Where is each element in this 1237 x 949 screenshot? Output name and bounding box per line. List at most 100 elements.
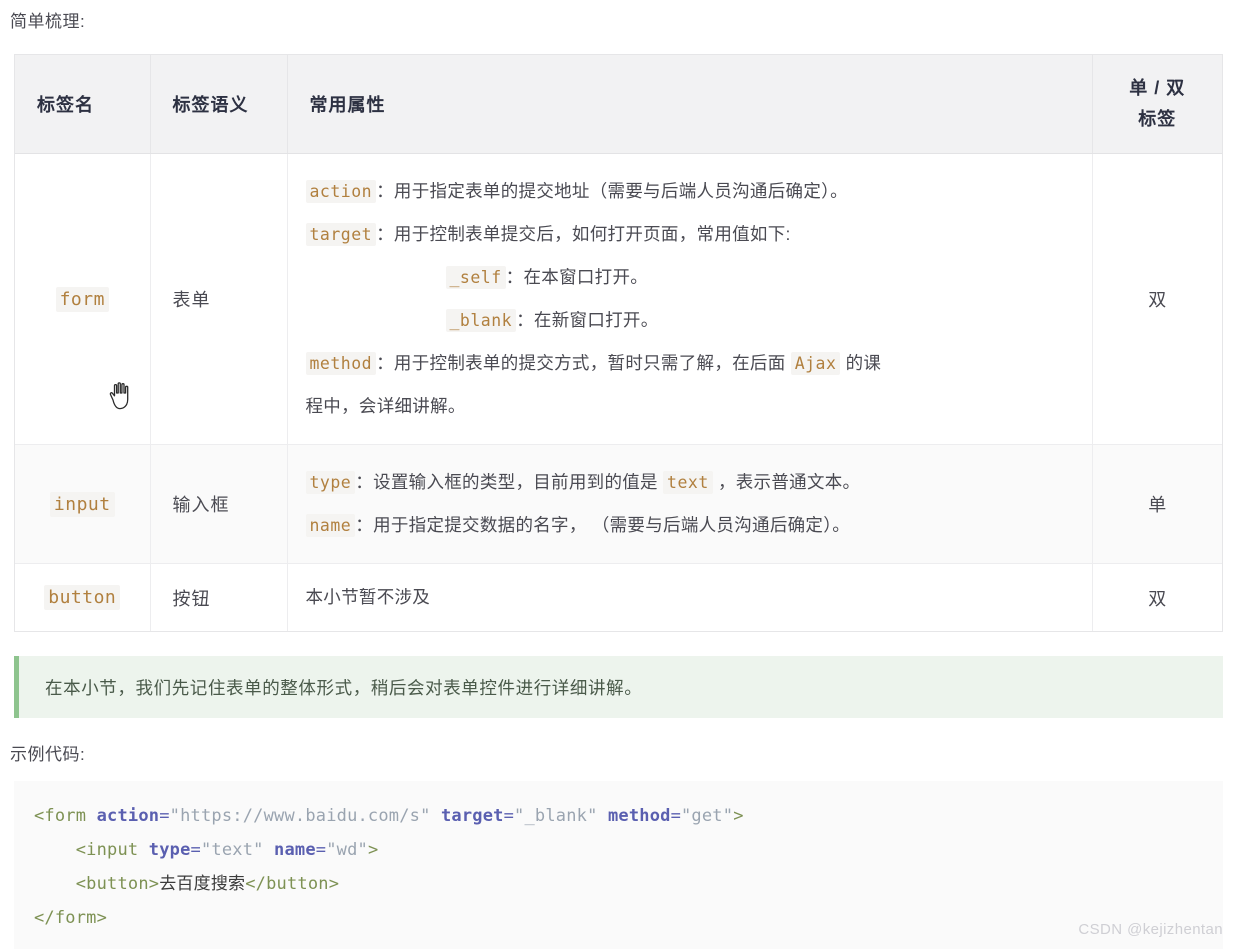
cell-pair-type: 单: [1092, 444, 1222, 564]
code-token-tag: <input: [75, 840, 139, 860]
code-token-tag: </form>: [34, 908, 108, 928]
code-token-str: "get": [681, 806, 734, 826]
table-header: 标签名 标签语义 常用属性 单 / 双 标签: [15, 55, 1222, 154]
attr-sep: ：: [376, 181, 394, 201]
code-line: <button>去百度搜索</button>: [34, 874, 339, 894]
table-header-row: 标签名 标签语义 常用属性 单 / 双 标签: [15, 55, 1222, 154]
spec-table: 标签名 标签语义 常用属性 单 / 双 标签 form 表单 action ：用…: [15, 55, 1222, 631]
pair-header-line2: 标签: [1138, 109, 1177, 129]
attr-desc-after: ，表示普通文本。: [712, 472, 861, 492]
code-token-eq: =: [159, 806, 170, 826]
code-line: <form action="https://www.baidu.com/s" t…: [34, 806, 744, 826]
attr-code-target: target: [305, 223, 377, 246]
tag-code-button: button: [44, 585, 121, 610]
tag-code-input: input: [49, 491, 115, 517]
code-block[interactable]: <form action="https://www.baidu.com/s" t…: [14, 781, 1223, 949]
table-row: form 表单 action ：用于指定表单的提交地址（需要与后端人员沟通后确定）…: [15, 153, 1222, 445]
code-token-tag: >: [367, 840, 379, 860]
column-header-pair-tag: 单 / 双 标签: [1092, 55, 1222, 154]
sample-code-label: 示例代码:: [10, 745, 86, 764]
attr-desc-before: 设置输入框的类型，目前用到的值是: [373, 472, 664, 492]
code-token-eq: =: [670, 806, 681, 826]
cell-tag-semantic: 按钮: [150, 563, 288, 631]
code-token-tag: <form: [34, 806, 87, 826]
table-row: input 输入框 type ：设置输入框的类型，目前用到的值是 text ，表示…: [15, 444, 1222, 564]
code-token-str: "text": [200, 840, 264, 860]
attr-sep: ：: [505, 267, 524, 287]
code-token-str: "wd": [326, 840, 368, 860]
attr-line-blank: _blank ：在新窗口打开。: [306, 299, 1072, 342]
article-page: 简单梳理: 标签名 标签语义 常用属性 单 / 双 标签 form 表单 act…: [0, 0, 1237, 949]
pair-header-line1: 单 / 双: [1129, 78, 1186, 98]
attr-code-text: text: [663, 471, 713, 494]
intro-text: 简单梳理:: [10, 12, 86, 31]
cell-tag-semantic: 表单: [150, 153, 288, 445]
cell-common-attrs: type ：设置输入框的类型，目前用到的值是 text ，表示普通文本。 name…: [287, 444, 1093, 564]
code-token-attr: name: [274, 840, 316, 860]
attr-code-blank: _blank: [445, 309, 517, 332]
table-row: button 按钮 本小节暂不涉及 双: [15, 563, 1222, 631]
code-token-tag: >: [733, 806, 744, 826]
cell-tag-name: form: [15, 153, 151, 445]
cell-tag-name: button: [15, 563, 151, 631]
code-token-tag: </button>: [245, 874, 340, 894]
cell-tag-name: input: [15, 444, 151, 564]
attr-line-name: name ：用于指定提交数据的名字， （需要与后端人员沟通后确定）。: [305, 504, 1072, 547]
attr-desc: 用于控制表单提交后，如何打开页面，常用值如下:: [393, 224, 791, 244]
attr-desc-before: 用于控制表单的提交方式，暂时只需了解，在后面: [393, 353, 791, 373]
attr-code-self: _self: [445, 266, 506, 289]
column-header-tag-semantic: 标签语义: [150, 55, 288, 154]
cell-pair-type: 双: [1148, 588, 1167, 609]
attr-desc-after: 的课: [840, 353, 882, 373]
attr-sep: ：: [376, 353, 394, 373]
attr-sep: ：: [355, 515, 374, 535]
code-token-eq: =: [190, 840, 201, 860]
attr-line-method: method ：用于控制表单的提交方式，暂时只需了解，在后面 Ajax 的课: [305, 342, 1072, 385]
column-header-common-attrs: 常用属性: [287, 55, 1093, 154]
spec-table-wrapper: 标签名 标签语义 常用属性 单 / 双 标签 form 表单 action ：用…: [14, 54, 1223, 632]
attr-desc: 在本窗口打开。: [523, 267, 649, 287]
attr-desc: 用于指定表单的提交地址（需要与后端人员沟通后确定）。: [393, 181, 848, 201]
code-token-str: "_blank": [514, 806, 598, 826]
code-token-eq: =: [315, 840, 327, 860]
attr-desc: 在新窗口打开。: [533, 310, 659, 330]
code-line: </form>: [34, 908, 107, 928]
attr-code-method: method: [305, 352, 377, 375]
cell-common-attrs: 本小节暂不涉及: [287, 563, 1093, 631]
code-token-attr: action: [96, 806, 160, 826]
attr-sep: ：: [516, 310, 534, 330]
code-line: <input type="text" name="wd">: [34, 840, 378, 860]
attr-line-method-cont: 程中，会详细讲解。: [305, 396, 466, 416]
tip-note-text: 在本小节，我们先记住表单的整体形式，稍后会对表单控件进行详细讲解。: [45, 677, 643, 698]
cell-pair-type: 双: [1092, 153, 1222, 445]
cell-tag-semantic: 输入框: [150, 444, 288, 564]
attr-line-type: type ：设置输入框的类型，目前用到的值是 text ，表示普通文本。: [305, 461, 1072, 504]
watermark: CSDN @kejizhentan: [1078, 921, 1223, 938]
attr-code-type: type: [305, 471, 356, 494]
attr-line-action: action ：用于指定表单的提交地址（需要与后端人员沟通后确定）。: [305, 170, 1072, 213]
code-token-attr: type: [148, 840, 191, 860]
table-body: form 表单 action ：用于指定表单的提交地址（需要与后端人员沟通后确定）…: [15, 153, 1222, 631]
code-token-eq: =: [503, 806, 515, 826]
attr-code-name: name: [305, 514, 356, 537]
attr-code-ajax: Ajax: [790, 352, 841, 375]
code-token-attr: method: [607, 806, 671, 826]
tag-code-form: form: [55, 286, 109, 312]
code-token-str: "https://www.baidu.com/s": [169, 806, 431, 826]
attr-code-action: action: [305, 180, 377, 203]
code-token-attr: target: [440, 806, 504, 826]
code-token-text: 去百度搜索: [159, 874, 246, 893]
attr-sep: ：: [355, 472, 374, 492]
attr-sep: ：: [376, 224, 394, 244]
attr-desc: 用于指定提交数据的名字， （需要与后端人员沟通后确定）。: [373, 515, 851, 535]
attr-line-self: _self ：在本窗口打开。: [306, 256, 1072, 299]
tip-note-box: 在本小节，我们先记住表单的整体形式，稍后会对表单控件进行详细讲解。: [14, 656, 1223, 718]
cell-common-attrs: action ：用于指定表单的提交地址（需要与后端人员沟通后确定）。 target…: [287, 153, 1093, 445]
attr-line-target: target ：用于控制表单提交后，如何打开页面，常用值如下:: [305, 213, 1072, 256]
